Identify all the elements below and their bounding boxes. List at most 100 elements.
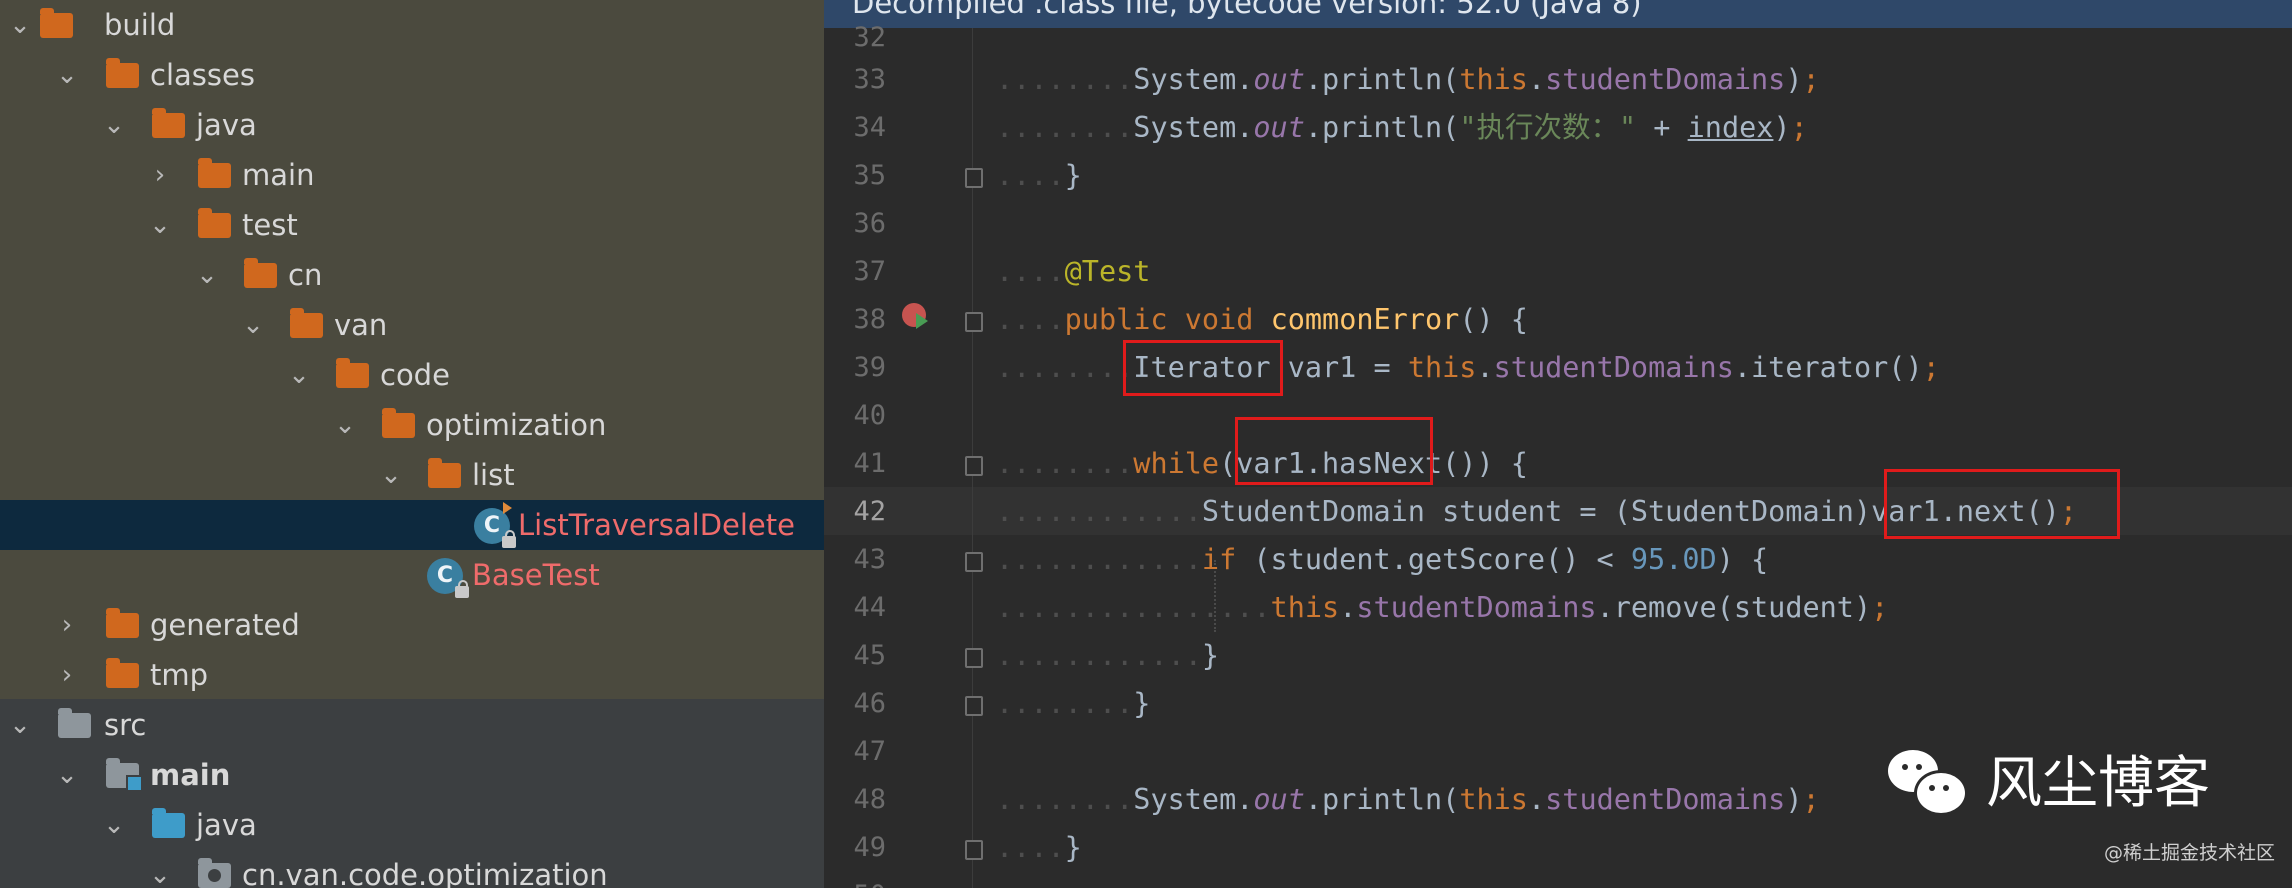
fold-end-icon[interactable] xyxy=(965,696,983,716)
tree-item-label: main xyxy=(242,158,315,192)
tree-item-src[interactable]: ⌄ src xyxy=(0,700,824,750)
tree-item-test[interactable]: ⌄ test xyxy=(0,200,824,250)
folder-icon xyxy=(198,208,231,238)
banner-text: Decompiled .class file, bytecode version… xyxy=(852,0,1642,20)
line-number-current: 42 xyxy=(853,496,886,527)
highlight-box-iterator xyxy=(1123,340,1283,396)
line-number: 44 xyxy=(853,592,886,623)
fold-start-icon[interactable] xyxy=(965,456,983,476)
tree-item-generated[interactable]: › generated xyxy=(0,600,824,650)
tree-item-label: java xyxy=(196,808,257,842)
chevron-right-icon[interactable]: › xyxy=(148,162,172,188)
chevron-right-icon[interactable]: › xyxy=(55,612,79,638)
chevron-down-icon[interactable]: ⌄ xyxy=(333,412,357,438)
tree-item-classes[interactable]: ⌄ classes xyxy=(0,50,824,100)
source-root-icon xyxy=(106,758,143,792)
fold-start-icon[interactable] xyxy=(965,312,983,332)
tree-item-label: optimization xyxy=(426,408,607,442)
code-line-44[interactable]: ................this.studentDomains.remo… xyxy=(996,584,1888,632)
folder-icon xyxy=(244,258,277,288)
line-number: 45 xyxy=(853,640,886,671)
folder-icon xyxy=(290,308,323,338)
code-line-35[interactable]: ....} xyxy=(996,152,1082,200)
line-number: 37 xyxy=(853,256,886,287)
code-line-37[interactable]: ....@Test xyxy=(996,248,1150,296)
code-line-48[interactable]: ........System.out.println(this.studentD… xyxy=(996,776,1820,824)
tree-item-basetest[interactable]: C BaseTest xyxy=(0,550,824,600)
project-tree: ⌄ build ⌄ classes ⌄ java › main ⌄ test ⌄… xyxy=(0,0,824,888)
line-number: 32 xyxy=(853,22,886,53)
run-breakpoint-icon[interactable] xyxy=(902,303,928,329)
tree-item-tmp[interactable]: › tmp xyxy=(0,650,824,700)
chevron-down-icon[interactable]: ⌄ xyxy=(55,762,79,788)
folder-icon xyxy=(40,8,73,38)
chevron-down-icon[interactable]: ⌄ xyxy=(379,462,403,488)
folder-icon xyxy=(198,158,231,188)
line-number: 36 xyxy=(853,208,886,239)
tree-item-label: cn xyxy=(288,258,323,292)
juejin-watermark: @稀土掘金技术社区 xyxy=(2104,842,2276,864)
line-number: 47 xyxy=(853,736,886,767)
chevron-down-icon[interactable]: ⌄ xyxy=(102,812,126,838)
folder-icon xyxy=(382,408,415,438)
fold-end-icon[interactable] xyxy=(965,168,983,188)
tree-item-src-main[interactable]: ⌄ main xyxy=(0,750,824,800)
line-number: 49 xyxy=(853,832,886,863)
folder-icon xyxy=(106,658,139,688)
folder-icon xyxy=(58,708,91,738)
tree-item-label: tmp xyxy=(150,658,209,692)
tree-item-java[interactable]: ⌄ java xyxy=(0,100,824,150)
folder-icon xyxy=(152,808,185,838)
folder-icon xyxy=(428,458,461,488)
tree-item-label: BaseTest xyxy=(472,558,600,592)
line-number: 35 xyxy=(853,160,886,191)
code-line-45[interactable]: ............} xyxy=(996,632,1219,680)
folder-icon xyxy=(106,58,139,88)
code-line-43[interactable]: ............if (student.getScore() < 95.… xyxy=(996,536,1768,584)
chevron-down-icon[interactable]: ⌄ xyxy=(102,112,126,138)
tree-item-label: list xyxy=(472,458,515,492)
tree-item-code[interactable]: ⌄ code xyxy=(0,350,824,400)
tree-item-label: build xyxy=(104,8,176,42)
highlight-box-next xyxy=(1884,469,2120,539)
chevron-down-icon[interactable]: ⌄ xyxy=(8,712,32,738)
package-icon xyxy=(198,858,231,888)
folder-icon xyxy=(106,608,139,638)
chevron-right-icon[interactable]: › xyxy=(55,662,79,688)
tree-item-listtraversaldelete[interactable]: C ListTraversalDelete xyxy=(0,500,824,550)
fold-end-icon[interactable] xyxy=(965,840,983,860)
code-line-38[interactable]: ....public void commonError() { xyxy=(996,296,1528,344)
tree-item-label: classes xyxy=(150,58,255,92)
chevron-down-icon[interactable]: ⌄ xyxy=(148,212,172,238)
chevron-down-icon[interactable]: ⌄ xyxy=(195,262,219,288)
line-number: 40 xyxy=(853,400,886,431)
tree-item-src-java[interactable]: ⌄ java xyxy=(0,800,824,850)
tree-item-label: test xyxy=(242,208,298,242)
tree-item-van[interactable]: ⌄ van xyxy=(0,300,824,350)
code-line-34[interactable]: ........System.out.println("执行次数：" + ind… xyxy=(996,104,1808,152)
tree-item-label: cn.van.code.optimization xyxy=(242,858,608,888)
tree-item-label: src xyxy=(104,708,147,742)
tree-item-build[interactable]: ⌄ build xyxy=(0,0,824,50)
code-line-46[interactable]: ........} xyxy=(996,680,1150,728)
chevron-down-icon[interactable]: ⌄ xyxy=(241,312,265,338)
tree-item-package[interactable]: ⌄ cn.van.code.optimization xyxy=(0,850,824,888)
chevron-down-icon[interactable]: ⌄ xyxy=(8,12,32,38)
tree-item-list[interactable]: ⌄ list xyxy=(0,450,824,500)
tree-item-label: generated xyxy=(150,608,300,642)
tree-item-cn[interactable]: ⌄ cn xyxy=(0,250,824,300)
line-number: 46 xyxy=(853,688,886,719)
chevron-down-icon[interactable]: ⌄ xyxy=(55,62,79,88)
line-number: 38 xyxy=(853,304,886,335)
fold-end-icon[interactable] xyxy=(965,648,983,668)
chevron-down-icon[interactable]: ⌄ xyxy=(148,862,172,888)
highlight-box-hasnext xyxy=(1235,417,1433,485)
chevron-down-icon[interactable]: ⌄ xyxy=(287,362,311,388)
fold-start-icon[interactable] xyxy=(965,552,983,572)
tree-item-main[interactable]: › main xyxy=(0,150,824,200)
tree-item-optimization[interactable]: ⌄ optimization xyxy=(0,400,824,450)
code-line-33[interactable]: ........System.out.println(this.studentD… xyxy=(996,56,1820,104)
line-number: 41 xyxy=(853,448,886,479)
watermark-brand: 风尘博客 xyxy=(1986,751,2210,816)
code-line-49[interactable]: ....} xyxy=(996,824,1082,872)
